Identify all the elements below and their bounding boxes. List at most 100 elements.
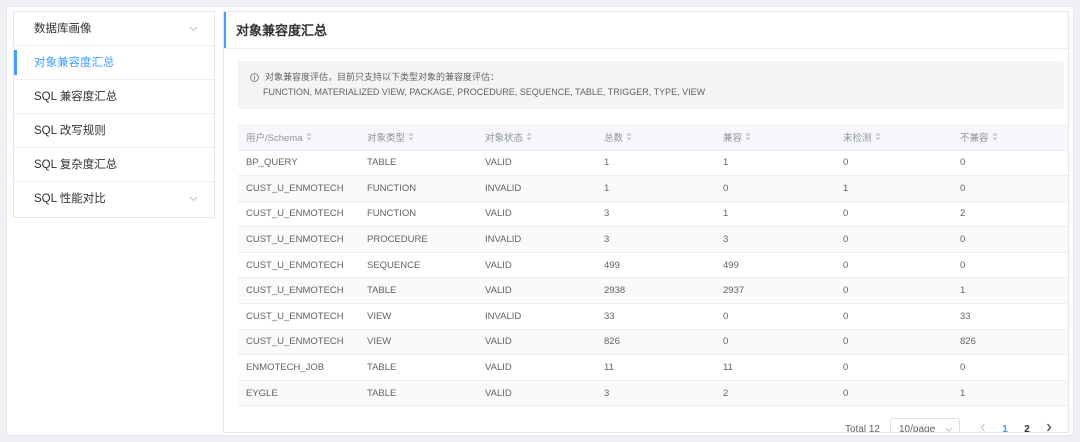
table-cell: 0	[835, 277, 952, 305]
sidebar-item-sql-complexity[interactable]: SQL 复杂度汇总	[14, 148, 214, 182]
table-cell: VIEW	[359, 329, 477, 356]
column-header-unchecked[interactable]: 未检测	[835, 124, 952, 151]
table-row: ENMOTECH_JOB TABLE VALID 11 11 0 0	[238, 354, 1068, 381]
table-cell: 1	[596, 150, 715, 177]
table-cell: 1	[835, 175, 952, 202]
table-cell: INVALID	[477, 175, 596, 202]
sidebar-item-object-compat[interactable]: 对象兼容度汇总	[14, 46, 214, 80]
table-body: BP_QUERY TABLE VALID 1 1 0 0 CUST_U_ENMOTECH FUN…	[238, 150, 1068, 407]
table-cell: CUST_U_ENMOTECH	[238, 226, 359, 253]
table-cell: VALID	[477, 354, 596, 381]
table-cell: 0	[835, 226, 952, 253]
sidebar-item-database-profile[interactable]: 数据库画像	[14, 12, 214, 46]
sidebar-item-label: SQL 复杂度汇总	[34, 159, 118, 171]
pagination-total: Total 12	[844, 423, 880, 433]
chevron-down-icon	[186, 12, 200, 46]
table-cell: CUST_U_ENMOTECH	[238, 329, 359, 356]
next-page-button[interactable]	[1038, 423, 1060, 432]
column-header-incompatible[interactable]: 不兼容	[952, 124, 1068, 151]
table-row: CUST_U_ENMOTECH VIEW INVALID 33 0 0 33	[238, 303, 1068, 330]
sort-icon[interactable]	[626, 132, 632, 144]
pagination: Total 12 10/page 1 2	[844, 418, 1060, 433]
table-cell: SEQUENCE	[359, 252, 477, 279]
table-cell: VALID	[477, 277, 596, 305]
table-row: CUST_U_ENMOTECH FUNCTION VALID 3 1 0 2	[238, 201, 1068, 228]
notice-text: 对象兼容度评估，目前只支持以下类型对象的兼容度评估：	[265, 72, 500, 82]
table-cell: 3	[596, 226, 715, 253]
table-row: CUST_U_ENMOTECH VIEW VALID 826 0 0 826	[238, 329, 1068, 356]
table-cell: 2	[715, 380, 835, 407]
table-cell: 11	[715, 354, 835, 381]
table-cell: TABLE	[359, 277, 477, 305]
page-size-value: 10/page	[899, 423, 936, 433]
sort-icon[interactable]	[306, 132, 312, 144]
sort-icon[interactable]	[992, 132, 998, 144]
sidebar-item-sql-compat[interactable]: SQL 兼容度汇总	[14, 80, 214, 114]
table-cell: VALID	[477, 252, 596, 279]
table-cell: 0	[715, 329, 835, 356]
sort-icon[interactable]	[745, 132, 751, 144]
table-cell: 826	[952, 329, 1068, 356]
table-cell: CUST_U_ENMOTECH	[238, 201, 359, 228]
table-cell: 3	[596, 380, 715, 407]
column-header-object-type[interactable]: 对象类型	[359, 124, 477, 151]
column-header-total[interactable]: 总数	[596, 124, 715, 151]
sidebar-item-label: 数据库画像	[34, 23, 92, 35]
sidebar-item-label: SQL 性能对比	[34, 193, 106, 205]
table-cell: 3	[715, 226, 835, 253]
info-icon	[250, 73, 259, 82]
page-number-2[interactable]: 2	[1016, 424, 1038, 433]
sidebar: 数据库画像 对象兼容度汇总 SQL 兼容度汇总 SQL 改写规则 SQL 复杂度…	[13, 11, 215, 218]
table-cell: 1	[952, 380, 1068, 407]
table-cell: VALID	[477, 380, 596, 407]
table-row: CUST_U_ENMOTECH TABLE VALID 2938 2937 0 1	[238, 277, 1068, 305]
table-cell: 0	[952, 252, 1068, 279]
sidebar-item-sql-rewrite-rules[interactable]: SQL 改写规则	[14, 114, 214, 148]
table-cell: VALID	[477, 201, 596, 228]
table-cell: TABLE	[359, 354, 477, 381]
table-cell: 11	[596, 354, 715, 381]
column-header-schema[interactable]: 用户/Schema	[238, 124, 359, 151]
table-cell: CUST_U_ENMOTECH	[238, 277, 359, 305]
page-size-select[interactable]: 10/page	[890, 418, 960, 433]
sort-icon[interactable]	[526, 132, 532, 144]
table-cell: 1	[715, 150, 835, 177]
page-number-1[interactable]: 1	[994, 424, 1016, 433]
table-cell: EYGLE	[238, 380, 359, 407]
compat-table: 用户/Schema 对象类型 对象状态 总数 兼容 未检测 不兼容 BP_QUE…	[238, 124, 1068, 407]
table-cell: ENMOTECH_JOB	[238, 354, 359, 381]
table-cell: 499	[715, 252, 835, 279]
table-cell: 3	[596, 201, 715, 228]
table-cell: BP_QUERY	[238, 150, 359, 177]
table-cell: PROCEDURE	[359, 226, 477, 253]
table-cell: 33	[952, 303, 1068, 330]
chevron-right-icon	[1047, 423, 1052, 432]
table-cell: 0	[835, 252, 952, 279]
table-cell: 826	[596, 329, 715, 356]
sort-icon[interactable]	[875, 132, 881, 144]
sidebar-item-label: SQL 改写规则	[34, 125, 106, 137]
table-cell: 33	[596, 303, 715, 330]
sidebar-item-label: SQL 兼容度汇总	[34, 91, 118, 103]
table-cell: VALID	[477, 329, 596, 356]
table-cell: CUST_U_ENMOTECH	[238, 175, 359, 202]
sort-icon[interactable]	[408, 132, 414, 144]
table-cell: 1	[952, 277, 1068, 305]
column-header-compatible[interactable]: 兼容	[715, 124, 835, 151]
chevron-down-icon	[186, 182, 200, 216]
table-cell: 0	[952, 354, 1068, 381]
column-header-object-status[interactable]: 对象状态	[477, 124, 596, 151]
table-cell: INVALID	[477, 226, 596, 253]
table-row: BP_QUERY TABLE VALID 1 1 0 0	[238, 150, 1068, 177]
table-row: CUST_U_ENMOTECH FUNCTION INVALID 1 0 1 0	[238, 175, 1068, 202]
table-cell: 0	[835, 150, 952, 177]
prev-page-button[interactable]	[972, 423, 994, 432]
table-cell: FUNCTION	[359, 175, 477, 202]
table-cell: FUNCTION	[359, 201, 477, 228]
table-cell: VIEW	[359, 303, 477, 330]
main-panel: 对象兼容度汇总 对象兼容度评估，目前只支持以下类型对象的兼容度评估： FUNCT…	[223, 11, 1069, 433]
sidebar-item-sql-performance[interactable]: SQL 性能对比	[14, 182, 214, 216]
table-cell: 1	[715, 201, 835, 228]
table-cell: 0	[952, 175, 1068, 202]
table-cell: TABLE	[359, 150, 477, 177]
